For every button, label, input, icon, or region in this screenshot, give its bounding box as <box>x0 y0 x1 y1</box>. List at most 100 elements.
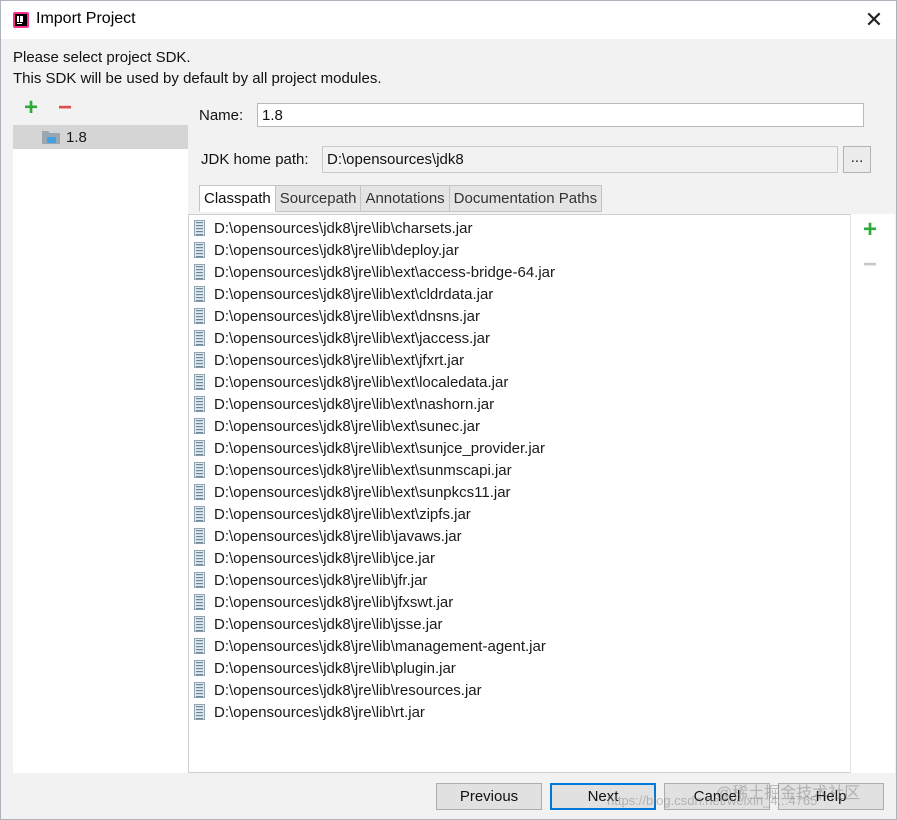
classpath-path: D:\opensources\jdk8\jre\lib\charsets.jar <box>214 219 473 237</box>
tab-classpath[interactable]: Classpath <box>199 185 276 212</box>
classpath-row[interactable]: D:\opensources\jdk8\jre\lib\ext\sunpkcs1… <box>194 481 511 503</box>
jar-icon <box>194 220 205 236</box>
jar-icon <box>194 418 205 434</box>
remove-sdk-button[interactable]: − <box>53 94 77 121</box>
classpath-row[interactable]: D:\opensources\jdk8\jre\lib\jce.jar <box>194 547 435 569</box>
intro-line-1: Please select project SDK. <box>13 49 191 66</box>
classpath-path: D:\opensources\jdk8\jre\lib\jfxswt.jar <box>214 593 454 611</box>
jar-icon <box>194 264 205 280</box>
browse-button[interactable]: ... <box>843 146 871 173</box>
classpath-path: D:\opensources\jdk8\jre\lib\resources.ja… <box>214 681 482 699</box>
previous-button[interactable]: Previous <box>436 783 542 810</box>
classpath-row[interactable]: D:\opensources\jdk8\jre\lib\rt.jar <box>194 701 425 723</box>
jar-icon <box>194 484 205 500</box>
jar-icon <box>194 616 205 632</box>
classpath-row[interactable]: D:\opensources\jdk8\jre\lib\ext\sunjce_p… <box>194 437 545 459</box>
classpath-row[interactable]: D:\opensources\jdk8\jre\lib\management-a… <box>194 635 546 657</box>
sdk-item-label: 1.8 <box>66 128 87 146</box>
classpath-row[interactable]: D:\opensources\jdk8\jre\lib\ext\cldrdata… <box>194 283 493 305</box>
jar-icon <box>194 506 205 522</box>
jar-icon <box>194 572 205 588</box>
classpath-path: D:\opensources\jdk8\jre\lib\ext\sunec.ja… <box>214 417 480 435</box>
classpath-path: D:\opensources\jdk8\jre\lib\ext\jfxrt.ja… <box>214 351 465 369</box>
classpath-path: D:\opensources\jdk8\jre\lib\jsse.jar <box>214 615 443 633</box>
jdk-home-path-field[interactable]: D:\opensources\jdk8 <box>322 146 838 173</box>
classpath-row[interactable]: D:\opensources\jdk8\jre\lib\resources.ja… <box>194 679 482 701</box>
classpath-row[interactable]: D:\opensources\jdk8\jre\lib\jfxswt.jar <box>194 591 453 613</box>
name-label: Name: <box>199 107 244 124</box>
jar-icon <box>194 704 205 720</box>
watermark-url: https://blog.csdn.net/weixin_4...4765 <box>607 793 818 808</box>
intro-text: Please select project SDK. This SDK will… <box>13 47 382 89</box>
jar-icon <box>194 462 205 478</box>
classpath-row[interactable]: D:\opensources\jdk8\jre\lib\ext\jaccess.… <box>194 327 490 349</box>
classpath-toolbar: + − <box>850 214 895 773</box>
classpath-row[interactable]: D:\opensources\jdk8\jre\lib\ext\access-b… <box>194 261 555 283</box>
classpath-path: D:\opensources\jdk8\jre\lib\ext\dnsns.ja… <box>214 307 480 325</box>
classpath-path: D:\opensources\jdk8\jre\lib\jfr.jar <box>214 571 428 589</box>
jar-icon <box>194 550 205 566</box>
path-tabs: Classpath Sourcepath Annotations Documen… <box>199 185 603 212</box>
classpath-path: D:\opensources\jdk8\jre\lib\ext\sunjce_p… <box>214 439 546 457</box>
classpath-path: D:\opensources\jdk8\jre\lib\ext\cldrdata… <box>214 285 494 303</box>
jar-icon <box>194 440 205 456</box>
jar-icon <box>194 242 205 258</box>
jar-icon <box>194 528 205 544</box>
remove-path-button[interactable]: − <box>860 253 880 277</box>
classpath-row[interactable]: D:\opensources\jdk8\jre\lib\ext\zipfs.ja… <box>194 503 471 525</box>
tab-documentation-paths[interactable]: Documentation Paths <box>449 185 603 212</box>
jar-icon <box>194 396 205 412</box>
jar-icon <box>194 638 205 654</box>
classpath-row[interactable]: D:\opensources\jdk8\jre\lib\ext\sunec.ja… <box>194 415 480 437</box>
jar-icon <box>194 594 205 610</box>
import-project-dialog: Import Project ✕ Please select project S… <box>0 0 897 820</box>
folder-icon <box>42 131 60 144</box>
jar-icon <box>194 286 205 302</box>
jar-icon <box>194 374 205 390</box>
classpath-path: D:\opensources\jdk8\jre\lib\management-a… <box>214 637 546 655</box>
tab-annotations[interactable]: Annotations <box>361 185 450 212</box>
jar-icon <box>194 330 205 346</box>
classpath-path: D:\opensources\jdk8\jre\lib\plugin.jar <box>214 659 456 677</box>
classpath-row[interactable]: D:\opensources\jdk8\jre\lib\charsets.jar <box>194 217 472 239</box>
classpath-row[interactable]: D:\opensources\jdk8\jre\lib\ext\jfxrt.ja… <box>194 349 464 371</box>
jdk-home-path-label: JDK home path: <box>201 151 309 168</box>
classpath-path: D:\opensources\jdk8\jre\lib\ext\sunmscap… <box>214 461 512 479</box>
classpath-row[interactable]: D:\opensources\jdk8\jre\lib\jsse.jar <box>194 613 442 635</box>
jar-icon <box>194 352 205 368</box>
sdk-details-panel: Name: 1.8 JDK home path: D:\opensources\… <box>188 93 895 773</box>
jar-icon <box>194 682 205 698</box>
window-title: Import Project <box>36 10 136 27</box>
classpath-row[interactable]: D:\opensources\jdk8\jre\lib\ext\nashorn.… <box>194 393 494 415</box>
classpath-path: D:\opensources\jdk8\jre\lib\ext\zipfs.ja… <box>214 505 471 523</box>
classpath-row[interactable]: D:\opensources\jdk8\jre\lib\jfr.jar <box>194 569 427 591</box>
intro-line-2: This SDK will be used by default by all … <box>13 70 382 87</box>
classpath-row[interactable]: D:\opensources\jdk8\jre\lib\plugin.jar <box>194 657 456 679</box>
classpath-row[interactable]: D:\opensources\jdk8\jre\lib\deploy.jar <box>194 239 459 261</box>
classpath-row[interactable]: D:\opensources\jdk8\jre\lib\javaws.jar <box>194 525 462 547</box>
classpath-row[interactable]: D:\opensources\jdk8\jre\lib\ext\sunmscap… <box>194 459 512 481</box>
add-sdk-button[interactable]: + <box>19 94 43 121</box>
classpath-row[interactable]: D:\opensources\jdk8\jre\lib\ext\dnsns.ja… <box>194 305 480 327</box>
sdk-toolbar: + − <box>13 93 188 125</box>
classpath-path: D:\opensources\jdk8\jre\lib\deploy.jar <box>214 241 459 259</box>
classpath-path: D:\opensources\jdk8\jre\lib\ext\sunpkcs1… <box>214 483 511 501</box>
sdk-item-1-8[interactable]: 1.8 <box>13 125 188 149</box>
classpath-path: D:\opensources\jdk8\jre\lib\ext\access-b… <box>214 263 555 281</box>
jar-icon <box>194 308 205 324</box>
classpath-path: D:\opensources\jdk8\jre\lib\ext\nashorn.… <box>214 395 495 413</box>
classpath-path: D:\opensources\jdk8\jre\lib\ext\localeda… <box>214 373 509 391</box>
close-icon[interactable]: ✕ <box>852 1 896 39</box>
title-bar: Import Project ✕ <box>1 1 896 39</box>
jar-icon <box>194 660 205 676</box>
add-path-button[interactable]: + <box>860 218 880 242</box>
classpath-path: D:\opensources\jdk8\jre\lib\jce.jar <box>214 549 435 567</box>
name-field[interactable]: 1.8 <box>257 103 864 127</box>
tab-sourcepath[interactable]: Sourcepath <box>275 185 362 212</box>
classpath-path: D:\opensources\jdk8\jre\lib\rt.jar <box>214 703 425 721</box>
intellij-app-icon <box>13 12 29 28</box>
classpath-row[interactable]: D:\opensources\jdk8\jre\lib\ext\localeda… <box>194 371 508 393</box>
classpath-list: D:\opensources\jdk8\jre\lib\charsets.jar… <box>188 214 850 773</box>
classpath-path: D:\opensources\jdk8\jre\lib\ext\jaccess.… <box>214 329 490 347</box>
classpath-path: D:\opensources\jdk8\jre\lib\javaws.jar <box>214 527 462 545</box>
